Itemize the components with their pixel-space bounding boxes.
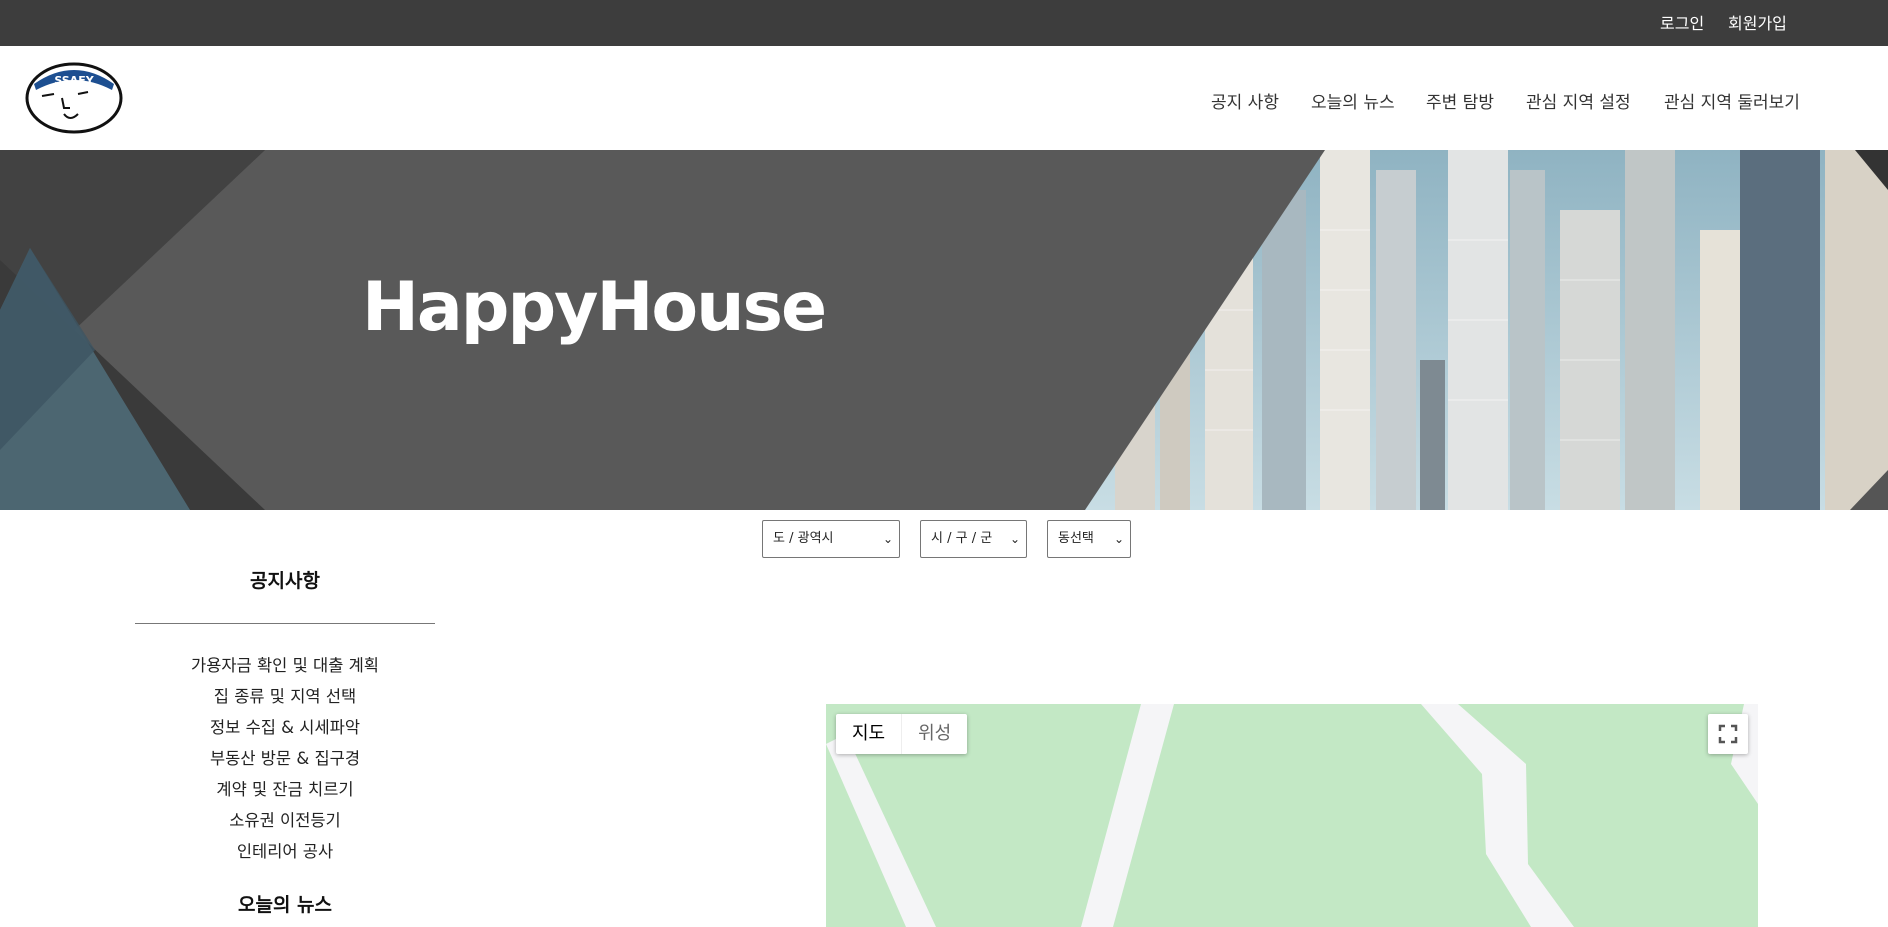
notice-divider bbox=[135, 623, 435, 624]
dong-select[interactable]: 동선택 ⌄ bbox=[1047, 520, 1131, 558]
signup-link[interactable]: 회원가입 bbox=[1728, 10, 1787, 34]
ssafy-logo[interactable]: SSAFY bbox=[24, 62, 124, 134]
nav-interest-browse[interactable]: 관심 지역 둘러보기 bbox=[1664, 88, 1800, 113]
sido-select[interactable]: 도 / 광역시 ⌄ bbox=[762, 520, 900, 558]
notice-item[interactable]: 정보 수집 & 시세파악 bbox=[135, 716, 435, 747]
site-header: SSAFY 공지 사항 오늘의 뉴스 주변 탐방 관심 지역 설정 관심 지역 … bbox=[0, 46, 1888, 150]
hero-background bbox=[0, 150, 1888, 510]
notice-item[interactable]: 인테리어 공사 bbox=[135, 840, 435, 871]
notice-item[interactable]: 부동산 방문 & 집구경 bbox=[135, 747, 435, 778]
login-link[interactable]: 로그인 bbox=[1660, 10, 1704, 34]
notice-item[interactable]: 계약 및 잔금 치르기 bbox=[135, 778, 435, 809]
chevron-down-icon: ⌄ bbox=[1009, 532, 1020, 546]
notice-item[interactable]: 집 종류 및 지역 선택 bbox=[135, 685, 435, 716]
fullscreen-button[interactable] bbox=[1708, 714, 1748, 754]
map-view[interactable]: 지도 위성 bbox=[826, 704, 1758, 927]
hero-title: HappyHouse bbox=[362, 268, 827, 347]
map-type-control: 지도 위성 bbox=[836, 714, 968, 754]
dong-select-value: 동선택 bbox=[1058, 531, 1094, 546]
chevron-down-icon: ⌄ bbox=[882, 532, 893, 546]
hero-banner: HappyHouse bbox=[0, 150, 1888, 510]
nav-interest-setting[interactable]: 관심 지역 설정 bbox=[1526, 88, 1631, 113]
map-type-map-button[interactable]: 지도 bbox=[836, 714, 901, 754]
notice-item[interactable]: 소유권 이전등기 bbox=[135, 809, 435, 840]
notice-section-title: 공지사항 bbox=[250, 570, 320, 592]
nav-news[interactable]: 오늘의 뉴스 bbox=[1311, 88, 1395, 113]
map-type-satellite-button[interactable]: 위성 bbox=[901, 714, 967, 754]
nav-explore[interactable]: 주변 탐방 bbox=[1426, 88, 1494, 113]
nav-notice[interactable]: 공지 사항 bbox=[1211, 88, 1279, 113]
fullscreen-icon bbox=[1718, 724, 1738, 744]
gugun-select[interactable]: 시 / 구 / 군 ⌄ bbox=[920, 520, 1027, 558]
logo-text: SSAFY bbox=[54, 74, 94, 87]
sido-select-value: 도 / 광역시 bbox=[773, 531, 834, 546]
gugun-select-value: 시 / 구 / 군 bbox=[931, 531, 993, 546]
notice-item[interactable]: 가용자금 확인 및 대출 계획 bbox=[135, 654, 435, 685]
notice-list: 가용자금 확인 및 대출 계획 집 종류 및 지역 선택 정보 수집 & 시세파… bbox=[135, 654, 435, 871]
news-section-title: 오늘의 뉴스 bbox=[237, 894, 332, 916]
chevron-down-icon: ⌄ bbox=[1113, 532, 1124, 546]
top-bar: 로그인 회원가입 bbox=[0, 0, 1888, 46]
